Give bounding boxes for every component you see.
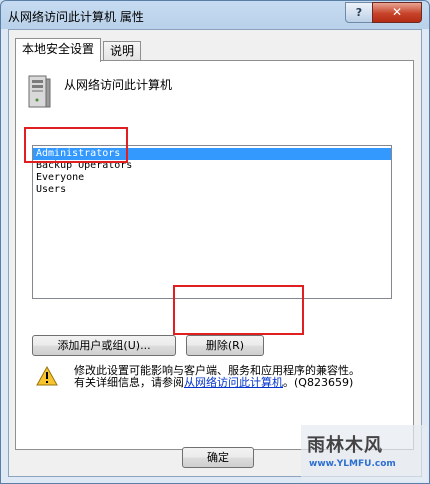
add-user-or-group-button[interactable]: 添加用户或组(U)... bbox=[32, 335, 176, 356]
watermark-logo: 雨林木风 bbox=[307, 435, 383, 456]
server-icon bbox=[28, 75, 51, 108]
warning-line-2: 有关详细信息，请参阅从网络访问此计算机。(Q823659) bbox=[74, 377, 404, 389]
watermark-url: www.YLMFU.com bbox=[309, 459, 396, 469]
kb-reference: 。(Q823659) bbox=[283, 376, 354, 389]
remove-button[interactable]: 删除(R) bbox=[186, 335, 264, 356]
tab-local-security-setting[interactable]: 本地安全设置 bbox=[15, 38, 102, 62]
tab-explain[interactable]: 说明 bbox=[103, 41, 142, 61]
ok-button[interactable]: 确定 bbox=[182, 447, 254, 468]
help-button[interactable]: ? bbox=[345, 2, 373, 23]
list-item[interactable]: Everyone bbox=[33, 172, 391, 184]
title-bar[interactable]: 从网络访问此计算机 属性 ? ✕ bbox=[1, 1, 429, 29]
warning-prefix: 有关详细信息，请参阅 bbox=[74, 376, 184, 389]
close-button[interactable]: ✕ bbox=[372, 2, 422, 23]
properties-dialog: 从网络访问此计算机 属性 ? ✕ 本地安全设置 说明 从网络访问此计算机 Adm… bbox=[0, 0, 430, 484]
dialog-body: 本地安全设置 说明 从网络访问此计算机 Administrators Backu… bbox=[8, 29, 422, 477]
policy-heading: 从网络访问此计算机 bbox=[64, 78, 173, 92]
members-listbox[interactable]: Administrators Backup Operators Everyone… bbox=[32, 145, 392, 299]
tab-panel: 从网络访问此计算机 Administrators Backup Operator… bbox=[15, 60, 414, 450]
site-watermark: 雨林木风 www.YLMFU.com bbox=[301, 425, 427, 481]
compatibility-warning: 修改此设置可能影响与客户端、服务和应用程序的兼容性。 有关详细信息，请参阅从网络… bbox=[74, 365, 404, 389]
policy-help-link[interactable]: 从网络访问此计算机 bbox=[184, 376, 283, 389]
warning-icon bbox=[36, 366, 58, 386]
window-title: 从网络访问此计算机 属性 bbox=[8, 10, 144, 24]
list-item[interactable]: Administrators bbox=[33, 148, 391, 160]
list-item[interactable]: Backup Operators bbox=[33, 160, 391, 172]
list-item[interactable]: Users bbox=[33, 184, 391, 196]
